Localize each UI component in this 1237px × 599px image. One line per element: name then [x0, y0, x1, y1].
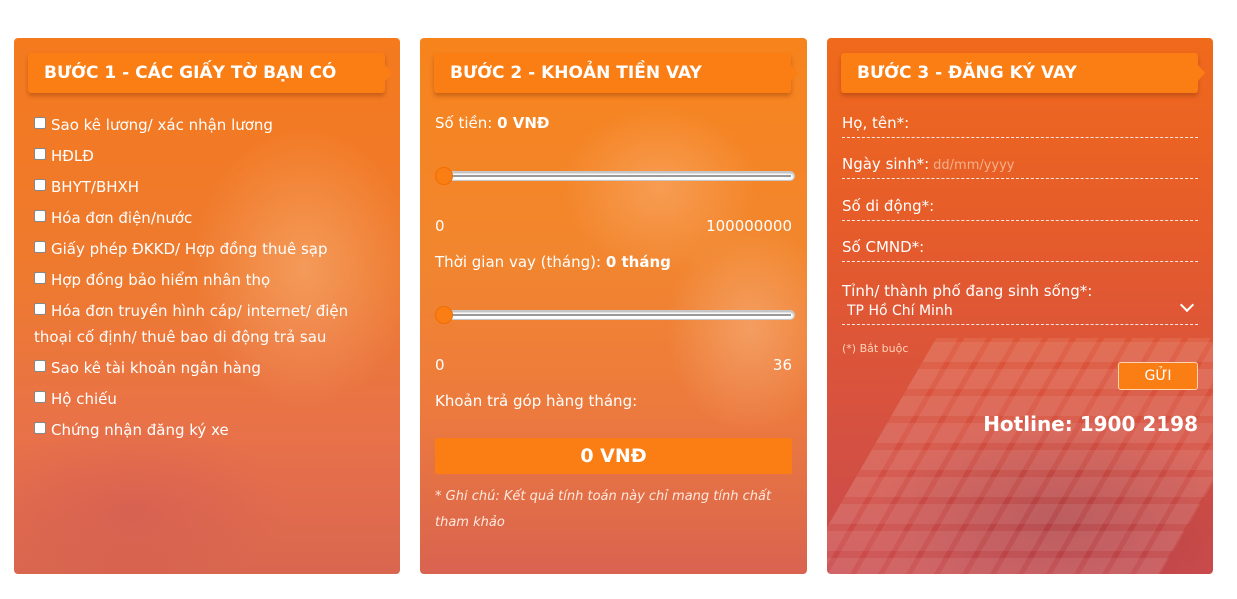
disclaimer-note: * Ghi chú: Kết quả tính toán này chỉ man…: [435, 489, 772, 530]
document-label: Hóa đơn điện/nước: [51, 209, 193, 227]
document-label: Sao kê lương/ xác nhận lương: [51, 116, 273, 134]
phone-field[interactable]: Số di động*:: [842, 191, 1198, 221]
amount-slider-track[interactable]: [441, 171, 795, 181]
document-label: Giấy phép ĐKKD/ Hợp đồng thuê sạp: [51, 240, 328, 258]
amount-slider-thumb[interactable]: [435, 167, 453, 185]
step3-card: BƯỚC 3 - ĐĂNG KÝ VAY Họ, tên*: Ngày sinh…: [827, 38, 1213, 574]
name-field[interactable]: Họ, tên*:: [842, 108, 1198, 138]
required-note: (*) Bắt buộc: [842, 342, 909, 355]
checkbox[interactable]: [34, 241, 46, 253]
step1-card: BƯỚC 1 - CÁC GIẤY TỜ BẠN CÓ Sao kê lương…: [14, 38, 400, 574]
term-min: 0: [435, 356, 445, 374]
document-label: HĐLĐ: [51, 147, 94, 165]
document-item[interactable]: Hộ chiếu: [34, 386, 384, 412]
term-value: 0 tháng: [605, 253, 671, 271]
term-row: Thời gian vay (tháng): 0 tháng: [435, 253, 671, 271]
document-item[interactable]: Hóa đơn truyền hình cáp/ internet/ điện …: [34, 298, 384, 350]
submit-button[interactable]: GỬI: [1118, 362, 1198, 390]
id-number-field[interactable]: Số CMND*:: [842, 232, 1198, 262]
term-max: 36: [772, 356, 792, 374]
checkbox[interactable]: [34, 272, 46, 284]
province-value[interactable]: TP Hồ Chí Minh: [847, 302, 1198, 320]
installment-label: Khoản trả góp hàng tháng:: [435, 392, 638, 410]
document-checklist: Sao kê lương/ xác nhận lương HĐLĐ BHYT/B…: [34, 112, 384, 448]
amount-max: 100000000: [706, 217, 792, 235]
document-item[interactable]: Chứng nhận đăng ký xe: [34, 417, 384, 443]
phone-label: Số di động*:: [842, 197, 935, 215]
checkbox[interactable]: [34, 360, 46, 372]
step1-title: BƯỚC 1 - CÁC GIẤY TỜ BẠN CÓ: [28, 53, 392, 93]
amount-row: Số tiền: 0 VNĐ: [435, 114, 549, 132]
amount-min: 0: [435, 217, 445, 235]
term-slider[interactable]: [435, 306, 795, 324]
term-label: Thời gian vay (tháng):: [435, 253, 602, 271]
term-slider-thumb[interactable]: [435, 306, 453, 324]
checkbox[interactable]: [34, 210, 46, 222]
document-item[interactable]: Giấy phép ĐKKD/ Hợp đồng thuê sạp: [34, 236, 384, 262]
document-item[interactable]: HĐLĐ: [34, 143, 384, 169]
checkbox[interactable]: [34, 303, 46, 315]
document-item[interactable]: BHYT/BHXH: [34, 174, 384, 200]
amount-slider[interactable]: [435, 167, 795, 185]
amount-label: Số tiền:: [435, 114, 493, 132]
step2-title: BƯỚC 2 - KHOẢN TIỀN VAY: [434, 53, 798, 93]
province-label: Tỉnh/ thành phố đang sinh sống*:: [842, 282, 1093, 300]
id-number-label: Số CMND*:: [842, 238, 925, 256]
installment-result: 0 VNĐ: [435, 438, 792, 474]
term-slider-track[interactable]: [441, 310, 795, 320]
document-label: Hóa đơn truyền hình cáp/ internet/ điện …: [34, 302, 349, 346]
name-label: Họ, tên*:: [842, 114, 910, 132]
document-label: BHYT/BHXH: [51, 178, 140, 196]
document-item[interactable]: Sao kê tài khoản ngân hàng: [34, 355, 384, 381]
checkbox[interactable]: [34, 148, 46, 160]
step3-title: BƯỚC 3 - ĐĂNG KÝ VAY: [841, 53, 1205, 93]
dob-label: Ngày sinh*:: [842, 155, 930, 173]
document-item[interactable]: Sao kê lương/ xác nhận lương: [34, 112, 384, 138]
document-label: Hợp đồng bảo hiểm nhân thọ: [51, 271, 271, 289]
document-item[interactable]: Hóa đơn điện/nước: [34, 205, 384, 231]
document-label: Hộ chiếu: [51, 390, 117, 408]
dob-field[interactable]: Ngày sinh*: dd/mm/yyyy: [842, 149, 1198, 179]
document-label: Sao kê tài khoản ngân hàng: [51, 359, 261, 377]
province-select[interactable]: Tỉnh/ thành phố đang sinh sống*: TP Hồ C…: [842, 280, 1198, 325]
hotline: Hotline: 1900 2198: [983, 412, 1198, 436]
step2-card: BƯỚC 2 - KHOẢN TIỀN VAY Số tiền: 0 VNĐ 0…: [420, 38, 807, 574]
document-item[interactable]: Hợp đồng bảo hiểm nhân thọ: [34, 267, 384, 293]
document-label: Chứng nhận đăng ký xe: [51, 421, 229, 439]
checkbox[interactable]: [34, 179, 46, 191]
amount-value: 0 VNĐ: [497, 114, 550, 132]
dob-placeholder: dd/mm/yyyy: [933, 158, 1015, 173]
checkbox[interactable]: [34, 422, 46, 434]
checkbox[interactable]: [34, 117, 46, 129]
checkbox[interactable]: [34, 391, 46, 403]
